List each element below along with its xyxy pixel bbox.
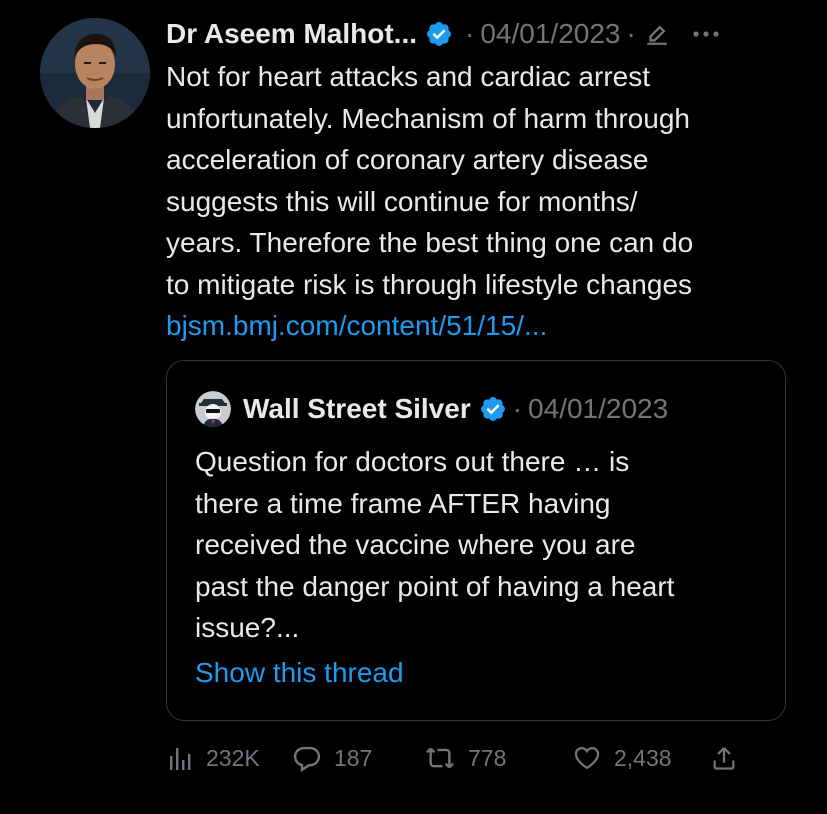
more-icon[interactable] [692,29,720,39]
heart-icon [572,744,614,772]
like-action[interactable]: 2,438 [572,744,710,772]
quoted-tweet-text: Question for doctors out there … is ther… [195,446,675,643]
edit-pencil-icon[interactable] [644,21,670,47]
tweet-body: Not for heart attacks and cardiac arrest… [166,61,694,300]
quoted-author-name[interactable]: Wall Street Silver [243,393,471,425]
reply-count: 187 [334,744,373,771]
author-name[interactable]: Dr Aseem Malhot... [166,18,417,50]
show-thread-link[interactable]: Show this thread [195,657,404,689]
quoted-tweet[interactable]: Wall Street Silver · 04/01/2023 Question… [166,360,786,721]
quoted-verified-badge-icon [479,395,507,423]
retweet-icon [424,743,468,773]
reply-action[interactable]: 187 [292,743,424,773]
tweet-header: Dr Aseem Malhot... · 04/01/2023 · [166,14,720,54]
views-icon [166,744,206,772]
tweet[interactable]: Dr Aseem Malhot... · 04/01/2023 · Not fo… [0,0,827,814]
like-count: 2,438 [614,744,672,771]
reply-icon [292,743,334,773]
tweet-link[interactable]: bjsm.bmj.com/content/51/15/... [166,310,547,341]
tweet-date[interactable]: 04/01/2023 [480,18,620,50]
tweet-actions: 232K 187 778 2,438 [166,738,750,778]
author-avatar[interactable] [40,18,150,128]
retweet-action[interactable]: 778 [424,743,572,773]
tweet-text: Not for heart attacks and cardiac arrest… [166,56,806,347]
views-action[interactable]: 232K [166,744,292,772]
quoted-tweet-header: Wall Street Silver · 04/01/2023 [195,389,668,429]
quoted-author-avatar[interactable] [195,391,231,427]
share-action[interactable] [710,743,750,773]
quoted-tweet-date[interactable]: 04/01/2023 [528,393,668,425]
quoted-header-separator: · [512,393,523,424]
header-separator-2: · [626,18,636,49]
share-icon [710,743,750,773]
views-count: 232K [206,744,260,771]
header-separator: · [465,18,475,49]
verified-badge-icon [425,20,453,48]
retweet-count: 778 [468,744,507,771]
